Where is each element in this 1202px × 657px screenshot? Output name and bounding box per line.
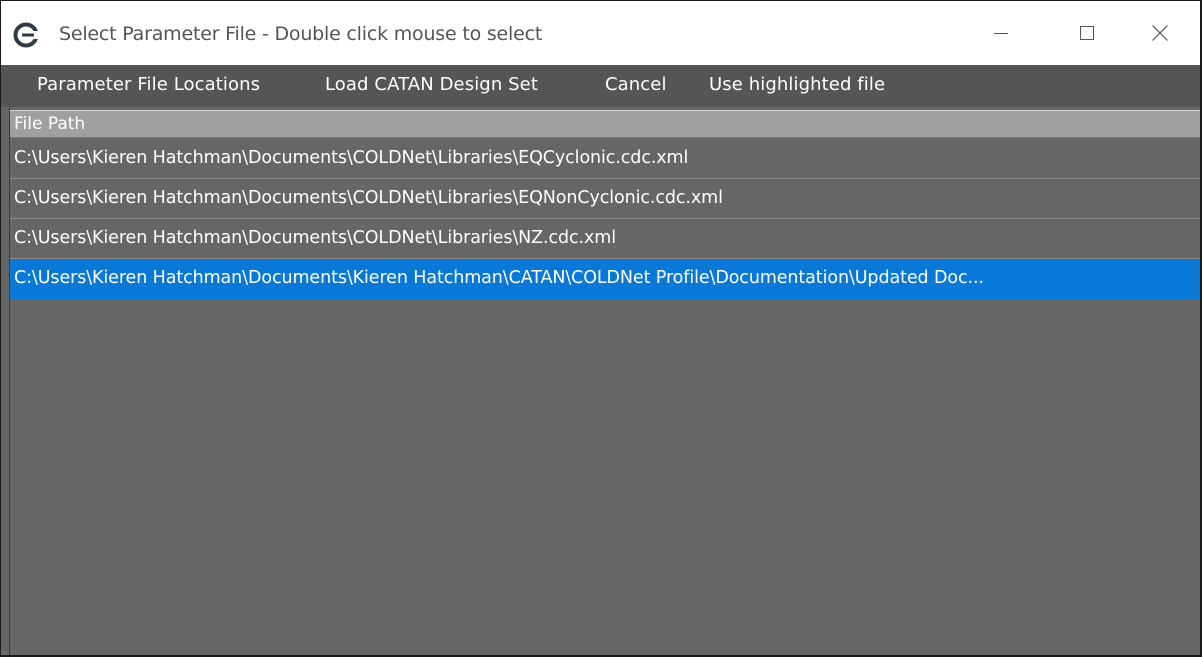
file-list-row-selected[interactable]: C:\Users\Kieren Hatchman\Documents\Kiere… <box>10 259 1200 299</box>
file-path-text: C:\Users\Kieren Hatchman\Documents\COLDN… <box>14 228 616 248</box>
file-list-row[interactable]: C:\Users\Kieren Hatchman\Documents\COLDN… <box>10 179 1200 219</box>
file-path-text: C:\Users\Kieren Hatchman\Documents\COLDN… <box>14 188 723 208</box>
minimize-icon <box>994 33 1008 34</box>
file-path-text: C:\Users\Kieren Hatchman\Documents\Kiere… <box>14 268 984 288</box>
column-header-label: File Path <box>14 114 86 134</box>
menu-parameter-file-locations[interactable]: Parameter File Locations <box>37 74 260 95</box>
menu-load-catan-design-set[interactable]: Load CATAN Design Set <box>325 74 538 95</box>
menu-use-highlighted-file[interactable]: Use highlighted file <box>709 74 885 95</box>
column-header-file-path[interactable]: File Path <box>10 110 1200 138</box>
maximize-icon <box>1080 26 1094 40</box>
menu-bar: Parameter File Locations Load CATAN Desi… <box>1 65 1200 107</box>
file-list-row[interactable]: C:\Users\Kieren Hatchman\Documents\COLDN… <box>10 219 1200 259</box>
close-button[interactable] <box>1117 1 1200 65</box>
title-bar[interactable]: Select Parameter File - Double click mou… <box>1 1 1200 65</box>
catan-logo-icon <box>13 22 39 48</box>
menu-cancel[interactable]: Cancel <box>605 74 667 95</box>
file-list-row[interactable]: C:\Users\Kieren Hatchman\Documents\COLDN… <box>10 139 1200 179</box>
file-path-text: C:\Users\Kieren Hatchman\Documents\COLDN… <box>14 148 689 168</box>
select-parameter-file-window: Select Parameter File - Double click mou… <box>0 0 1202 657</box>
close-icon <box>1152 25 1168 41</box>
window-title: Select Parameter File - Double click mou… <box>59 23 543 45</box>
minimize-button[interactable] <box>958 1 1044 65</box>
